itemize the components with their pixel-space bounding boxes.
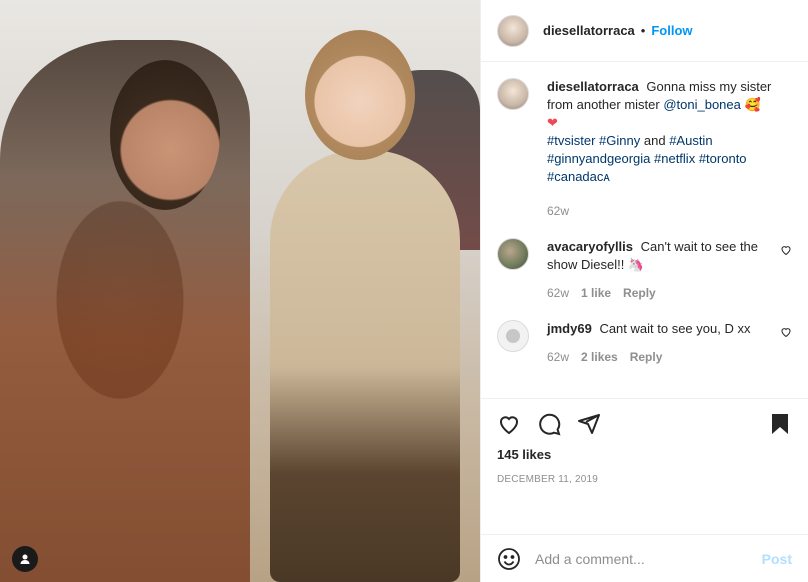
caption-emoji-2: ❤: [547, 115, 558, 130]
add-comment-bar: Add a comment... Post: [481, 534, 808, 582]
author-username[interactable]: diesellatorraca: [543, 23, 635, 38]
comments-section: diesellatorraca Gonna miss my sister fro…: [481, 62, 808, 398]
comment-heart-icon[interactable]: [780, 244, 792, 256]
comment-heart-icon[interactable]: [780, 326, 792, 338]
comment-time[interactable]: 62w: [547, 284, 569, 302]
likes-count[interactable]: 145 likes: [497, 447, 792, 462]
post-sidebar: diesellatorraca • Follow diesellatorraca…: [480, 0, 808, 582]
author-avatar[interactable]: [497, 14, 529, 47]
hashtag-toronto[interactable]: #toronto: [699, 151, 747, 166]
hashtag-canada[interactable]: #canadaᴄᴀ: [547, 169, 610, 184]
comment-body: avacaryofyllis Can't wait to see the sho…: [547, 238, 772, 302]
photo-figure-left-head: [110, 60, 220, 210]
commenter-avatar[interactable]: [497, 320, 529, 352]
photo-figure-right-head: [305, 30, 415, 160]
reply-button[interactable]: Reply: [623, 284, 656, 302]
bookmark-icon[interactable]: [768, 412, 792, 436]
comment-meta: 62w 2 likes Reply: [547, 348, 772, 366]
caption-emoji-1: 🥰: [744, 97, 761, 112]
caption-mention[interactable]: @toni_bonea: [663, 97, 741, 112]
comment-row: jmdy69 Cant wait to see you, D xx 62w 2 …: [497, 320, 792, 366]
comment-meta: 62w 1 like Reply: [547, 284, 772, 302]
caption-row: diesellatorraca Gonna miss my sister fro…: [497, 78, 792, 220]
comment-row: avacaryofyllis Can't wait to see the sho…: [497, 238, 792, 302]
comment-body: jmdy69 Cant wait to see you, D xx 62w 2 …: [547, 320, 772, 366]
commenter-avatar[interactable]: [497, 238, 529, 270]
instagram-post: diesellatorraca • Follow diesellatorraca…: [0, 0, 808, 582]
post-header: diesellatorraca • Follow: [481, 0, 808, 62]
comment-username[interactable]: jmdy69: [547, 321, 592, 336]
header-separator: •: [640, 23, 646, 38]
comment-time[interactable]: 62w: [547, 348, 569, 366]
comment-icon[interactable]: [537, 412, 561, 436]
post-photo[interactable]: [0, 0, 480, 582]
hashtag-ginny[interactable]: #Ginny: [599, 133, 640, 148]
post-button[interactable]: Post: [762, 551, 792, 567]
post-actions: 145 likes DECEMBER 11, 2019: [481, 398, 808, 534]
hashtag-tvsister[interactable]: #tvsister: [547, 133, 595, 148]
caption-and-word: and: [643, 133, 666, 148]
reply-button[interactable]: Reply: [630, 348, 663, 366]
share-icon[interactable]: [577, 412, 601, 436]
follow-button[interactable]: Follow: [651, 23, 692, 38]
post-date[interactable]: DECEMBER 11, 2019: [497, 474, 792, 485]
comment-text: Cant wait to see you, D xx: [599, 321, 751, 336]
photo-figure-right: [270, 150, 460, 582]
heart-icon[interactable]: [497, 412, 521, 436]
hashtag-ginnyandgeorgia[interactable]: #ginnyandgeorgia: [547, 151, 650, 166]
caption-body: diesellatorraca Gonna miss my sister fro…: [547, 78, 792, 220]
comment-likes[interactable]: 1 like: [581, 284, 611, 302]
hashtag-austin[interactable]: #Austin: [669, 133, 712, 148]
caption-meta: 62w: [547, 202, 792, 220]
caption-time[interactable]: 62w: [547, 202, 569, 220]
comment-likes[interactable]: 2 likes: [581, 348, 618, 366]
action-icons: [497, 409, 792, 439]
caption-avatar[interactable]: [497, 78, 529, 110]
comment-input[interactable]: Add a comment...: [535, 551, 762, 567]
emoji-icon[interactable]: [497, 547, 521, 571]
caption-username[interactable]: diesellatorraca: [547, 79, 639, 94]
user-tag-icon[interactable]: [12, 546, 38, 572]
hashtag-netflix[interactable]: #netflix: [654, 151, 695, 166]
comment-username[interactable]: avacaryofyllis: [547, 239, 633, 254]
